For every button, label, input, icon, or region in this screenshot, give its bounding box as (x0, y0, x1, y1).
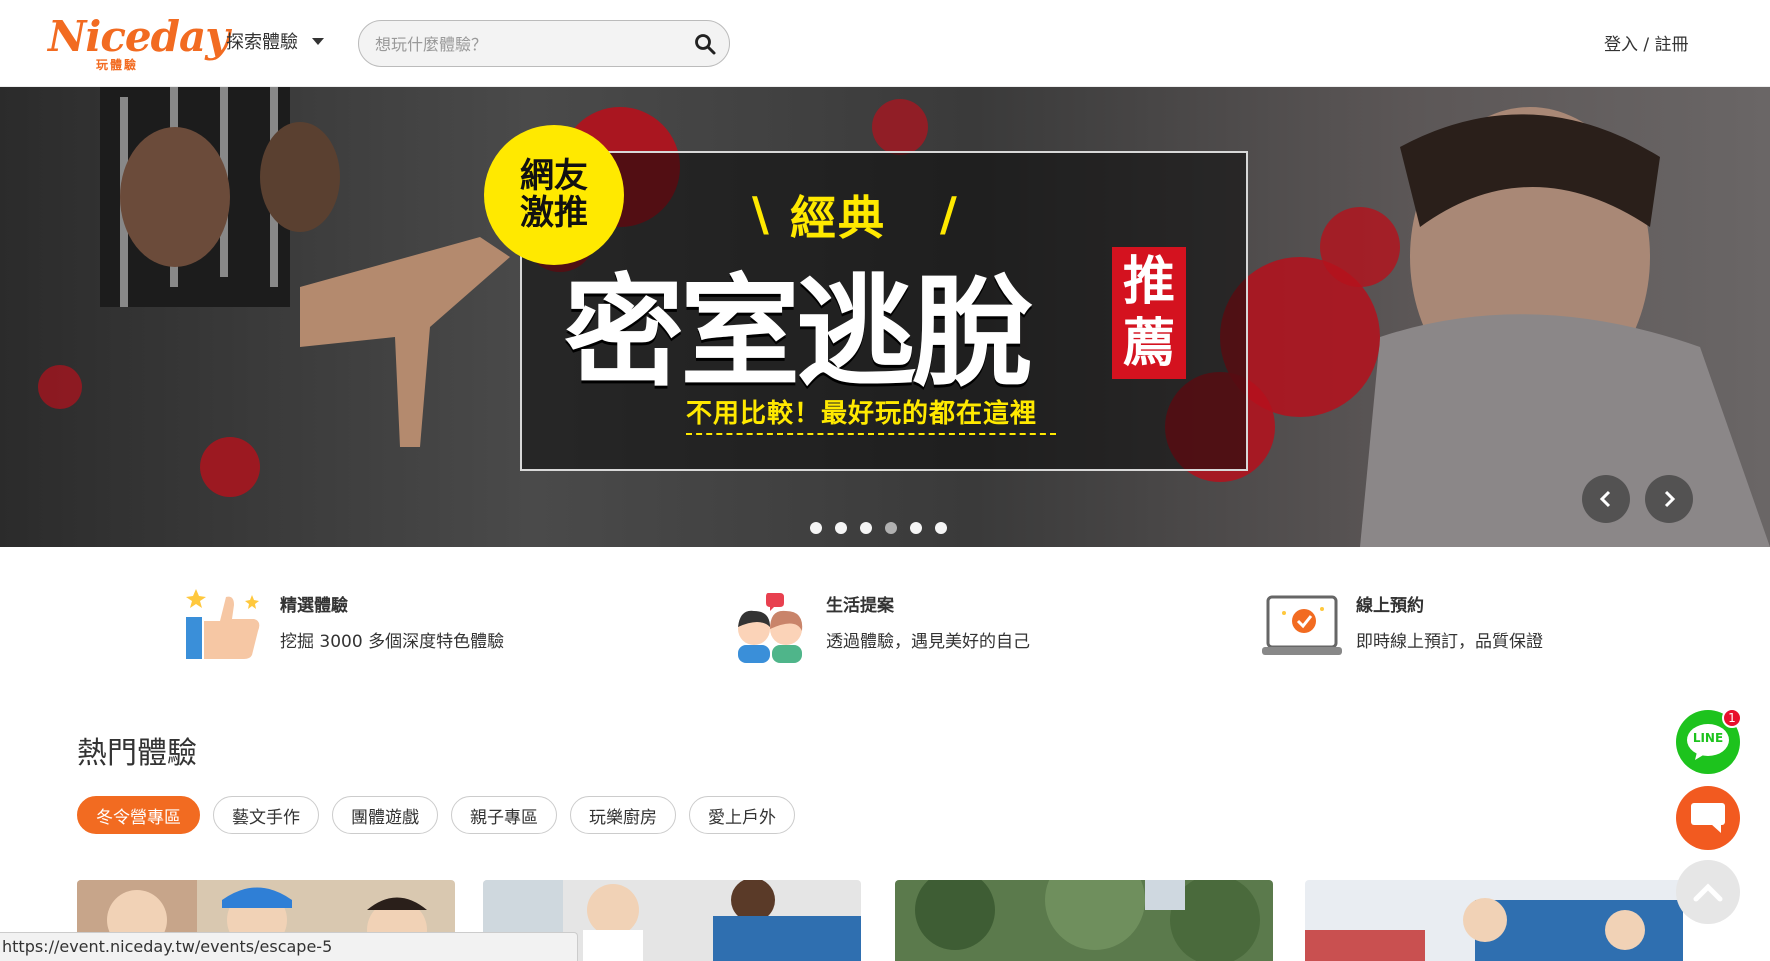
caret-down-icon (312, 37, 324, 45)
couple-icon (738, 593, 803, 663)
carousel-next-button[interactable] (1645, 475, 1693, 523)
carousel-dot[interactable] (860, 522, 872, 534)
back-to-top-button[interactable] (1676, 860, 1740, 924)
experience-card-image[interactable] (895, 880, 1273, 961)
chip-parent-child[interactable]: 親子專區 (451, 796, 557, 834)
hero-carousel[interactable]: 網友 激推 \ 經典 / 密室逃脫 推 薦 不用比較！最好玩的都在這裡 (0, 87, 1770, 547)
chip-arts-crafts[interactable]: 藝文手作 (213, 796, 319, 834)
chevron-left-icon (1599, 490, 1611, 508)
logo[interactable]: Niceday 玩體驗 (48, 12, 230, 74)
explore-label: 探索體驗 (226, 32, 298, 53)
chevron-right-icon (1664, 490, 1676, 508)
chat-button[interactable] (1676, 786, 1740, 850)
carousel-prev-button[interactable] (1582, 475, 1630, 523)
decor-slash-left: \ (752, 187, 769, 241)
line-chat-button[interactable]: LINE 1 (1676, 708, 1742, 774)
search-icon[interactable] (693, 32, 717, 56)
header: Niceday 玩體驗 探索體驗 登入 / 註冊 (0, 0, 1770, 87)
promo-badge-line2: 激推 (520, 193, 588, 233)
carousel-dot[interactable] (935, 522, 947, 534)
carousel-dot[interactable] (810, 522, 822, 534)
carousel-dots (810, 522, 947, 534)
feature-title: 精選體驗 (280, 596, 348, 616)
feature-lifestyle: 生活提案 透過體驗，遇見美好的自己 (732, 587, 1092, 667)
logo-wordmark: Niceday (48, 12, 230, 61)
banner-tagline: 不用比較！最好玩的都在這裡 (686, 399, 1038, 429)
login-register-link[interactable]: 登入 / 註冊 (1604, 30, 1689, 55)
laptop-check-icon (1262, 595, 1342, 655)
chip-winter-camp[interactable]: 冬令營專區 (77, 796, 200, 834)
features-row: 精選體驗 挖掘 3000 多個深度特色體驗 生活提案 透過體驗，遇見美好的自己 … (0, 547, 1770, 687)
feature-title: 生活提案 (826, 596, 894, 616)
search-bar (358, 20, 730, 67)
search-input[interactable] (373, 29, 673, 59)
recommend-tag: 推 薦 (1112, 247, 1186, 379)
carousel-dot[interactable] (835, 522, 847, 534)
feature-desc: 即時線上預訂，品質保證 (1356, 632, 1543, 652)
feature-title: 線上預約 (1356, 596, 1424, 616)
chevron-up-icon (1693, 883, 1723, 902)
chip-kitchen[interactable]: 玩樂廚房 (570, 796, 676, 834)
experience-card-image[interactable] (1305, 880, 1683, 961)
recommend-line2: 薦 (1122, 314, 1175, 375)
chip-group-games[interactable]: 團體遊戲 (332, 796, 438, 834)
carousel-dot[interactable] (885, 522, 897, 534)
chip-outdoor[interactable]: 愛上戶外 (689, 796, 795, 834)
notification-badge: 1 (1722, 708, 1742, 728)
logo-subtitle: 玩體驗 (96, 58, 139, 72)
explore-menu[interactable]: 探索體驗 (226, 28, 324, 54)
promo-badge-line1: 網友 (520, 155, 588, 196)
decor-slash-right: / (940, 187, 957, 241)
carousel-dot[interactable] (910, 522, 922, 534)
feature-desc: 挖掘 3000 多個深度特色體驗 (280, 632, 505, 652)
recommend-line1: 推 (1122, 252, 1175, 312)
thumbs-up-icon (186, 589, 260, 659)
line-label: LINE (1692, 731, 1724, 745)
feature-booking: 線上預約 即時線上預訂，品質保證 (1262, 587, 1622, 667)
section-title: 熱門體驗 (77, 736, 197, 771)
banner-headline: 密室逃脫 (564, 264, 1032, 403)
tagline-underline (686, 433, 1056, 435)
feature-desc: 透過體驗，遇見美好的自己 (826, 632, 1030, 652)
chat-bubble-icon (1691, 803, 1725, 833)
feature-curated: 精選體驗 挖掘 3000 多個深度特色體驗 (186, 587, 566, 667)
status-url-bar: https://event.niceday.tw/events/escape-5 (0, 932, 578, 961)
category-chips: 冬令營專區 藝文手作 團體遊戲 親子專區 玩樂廚房 愛上戶外 (77, 796, 795, 834)
